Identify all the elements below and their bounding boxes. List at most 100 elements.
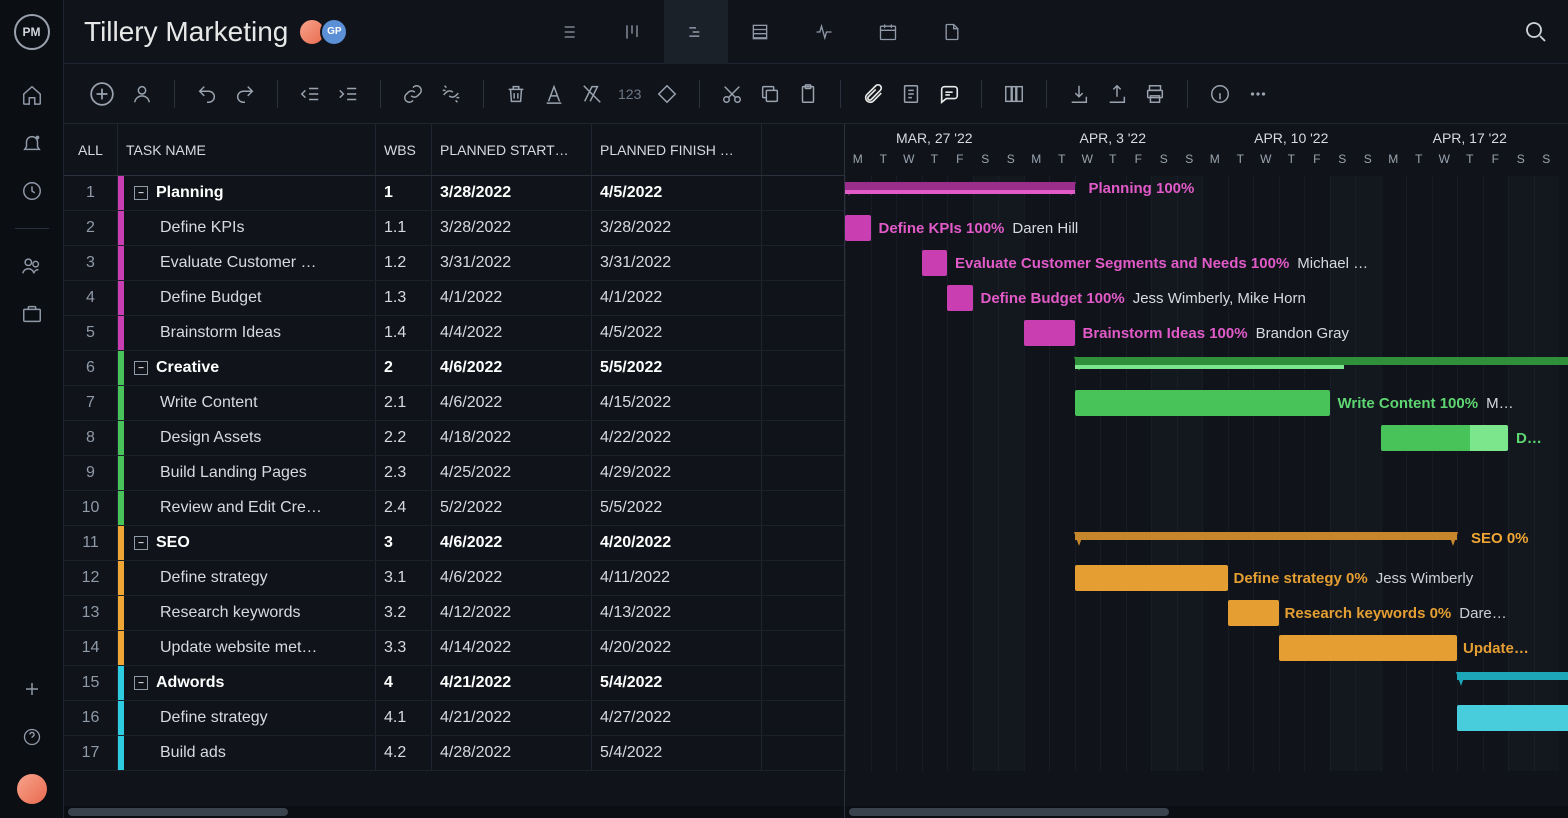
grid-scrollbar[interactable]: [64, 806, 844, 818]
col-taskname[interactable]: TASK NAME: [118, 124, 376, 175]
task-bar[interactable]: Write Content 100%M…: [1075, 390, 1330, 416]
gantt-scrollbar[interactable]: [845, 806, 1568, 818]
print-icon[interactable]: [1143, 82, 1167, 106]
gantt-chart[interactable]: MAR, 27 '22APR, 3 '22APR, 10 '22APR, 17 …: [844, 124, 1568, 818]
col-finish[interactable]: PLANNED FINISH …: [592, 124, 762, 175]
milestone-icon[interactable]: [655, 82, 679, 106]
gantt-row[interactable]: [845, 736, 1568, 771]
task-bar[interactable]: Update…: [1279, 635, 1458, 661]
task-bar[interactable]: Define KPIs 100%Daren Hill: [845, 215, 871, 241]
gantt-row[interactable]: D…: [845, 421, 1568, 456]
import-icon[interactable]: [1067, 82, 1091, 106]
task-row[interactable]: 17Build ads4.24/28/20225/4/2022: [64, 736, 844, 771]
cut-icon[interactable]: [720, 82, 744, 106]
task-row[interactable]: 10Review and Edit Cre…2.45/2/20225/5/202…: [64, 491, 844, 526]
gantt-row[interactable]: Define KPIs 100%Daren Hill: [845, 211, 1568, 246]
task-row[interactable]: 5Brainstorm Ideas1.44/4/20224/5/2022: [64, 316, 844, 351]
task-row[interactable]: 11−SEO34/6/20224/20/2022: [64, 526, 844, 561]
gantt-row[interactable]: SEO 0%: [845, 526, 1568, 561]
task-row[interactable]: 7Write Content2.14/6/20224/15/2022: [64, 386, 844, 421]
col-all[interactable]: ALL: [64, 124, 118, 175]
task-bar[interactable]: Evaluate Customer Segments and Needs 100…: [922, 250, 948, 276]
task-bar[interactable]: D…: [1381, 425, 1509, 451]
paste-icon[interactable]: [796, 82, 820, 106]
task-bar[interactable]: Define Budget 100%Jess Wimberly, Mike Ho…: [947, 285, 973, 311]
task-row[interactable]: 8Design Assets2.24/18/20224/22/2022: [64, 421, 844, 456]
view-files[interactable]: [920, 0, 984, 64]
team-icon[interactable]: [21, 255, 43, 277]
gantt-row[interactable]: Brainstorm Ideas 100%Brandon Gray: [845, 316, 1568, 351]
help-icon[interactable]: [21, 726, 43, 748]
member-avatars[interactable]: GP: [304, 18, 348, 46]
notes-icon[interactable]: [899, 82, 923, 106]
clear-format-icon[interactable]: [580, 82, 604, 106]
gantt-row[interactable]: Planning 100%: [845, 176, 1568, 211]
task-row[interactable]: 1−Planning13/28/20224/5/2022: [64, 176, 844, 211]
copy-icon[interactable]: [758, 82, 782, 106]
task-row[interactable]: 14Update website met…3.34/14/20224/20/20…: [64, 631, 844, 666]
collapse-icon[interactable]: −: [134, 676, 148, 690]
app-logo[interactable]: PM: [14, 14, 50, 50]
view-sheet[interactable]: [728, 0, 792, 64]
attachment-icon[interactable]: [861, 82, 885, 106]
collapse-icon[interactable]: −: [134, 536, 148, 550]
task-row[interactable]: 3Evaluate Customer …1.23/31/20223/31/202…: [64, 246, 844, 281]
more-icon[interactable]: [1246, 82, 1270, 106]
indent-icon[interactable]: [336, 82, 360, 106]
view-activity[interactable]: [792, 0, 856, 64]
outdent-icon[interactable]: [298, 82, 322, 106]
undo-icon[interactable]: [195, 82, 219, 106]
view-calendar[interactable]: [856, 0, 920, 64]
redo-icon[interactable]: [233, 82, 257, 106]
gantt-row[interactable]: [845, 666, 1568, 701]
gantt-row[interactable]: [845, 491, 1568, 526]
info-icon[interactable]: [1208, 82, 1232, 106]
task-row[interactable]: 16Define strategy4.14/21/20224/27/2022: [64, 701, 844, 736]
notifications-icon[interactable]: [21, 132, 43, 154]
task-row[interactable]: 4Define Budget1.34/1/20224/1/2022: [64, 281, 844, 316]
summary-bar[interactable]: [1075, 532, 1458, 540]
gantt-row[interactable]: Research keywords 0%Dare…: [845, 596, 1568, 631]
gantt-row[interactable]: Update…: [845, 631, 1568, 666]
collapse-icon[interactable]: −: [134, 361, 148, 375]
gantt-row[interactable]: Define strategy 0%Jess Wimberly: [845, 561, 1568, 596]
search-icon[interactable]: [1524, 20, 1548, 44]
comment-icon[interactable]: [937, 82, 961, 106]
link-icon[interactable]: [401, 82, 425, 106]
recent-icon[interactable]: [21, 180, 43, 202]
view-gantt[interactable]: [664, 0, 728, 64]
task-row[interactable]: 6−Creative24/6/20225/5/2022: [64, 351, 844, 386]
task-bar[interactable]: Brainstorm Ideas 100%Brandon Gray: [1024, 320, 1075, 346]
collapse-icon[interactable]: −: [134, 186, 148, 200]
add-icon[interactable]: [21, 678, 43, 700]
columns-icon[interactable]: [1002, 82, 1026, 106]
home-icon[interactable]: [21, 84, 43, 106]
task-row[interactable]: 12Define strategy3.14/6/20224/11/2022: [64, 561, 844, 596]
number-format-icon[interactable]: 123: [618, 86, 641, 102]
font-icon[interactable]: [542, 82, 566, 106]
view-board[interactable]: [600, 0, 664, 64]
unlink-icon[interactable]: [439, 82, 463, 106]
delete-icon[interactable]: [504, 82, 528, 106]
assign-icon[interactable]: [130, 82, 154, 106]
avatar[interactable]: GP: [320, 18, 348, 46]
gantt-row[interactable]: Define Budget 100%Jess Wimberly, Mike Ho…: [845, 281, 1568, 316]
export-icon[interactable]: [1105, 82, 1129, 106]
task-row[interactable]: 13Research keywords3.24/12/20224/13/2022: [64, 596, 844, 631]
summary-bar[interactable]: [1075, 357, 1568, 365]
summary-bar[interactable]: [845, 182, 1075, 190]
task-bar[interactable]: [1457, 705, 1568, 731]
user-avatar[interactable]: [17, 774, 47, 804]
projects-icon[interactable]: [21, 303, 43, 325]
task-bar[interactable]: Research keywords 0%Dare…: [1228, 600, 1279, 626]
task-row[interactable]: 9Build Landing Pages2.34/25/20224/29/202…: [64, 456, 844, 491]
task-bar[interactable]: Define strategy 0%Jess Wimberly: [1075, 565, 1228, 591]
summary-bar[interactable]: [1457, 672, 1568, 680]
col-start[interactable]: PLANNED START…: [432, 124, 592, 175]
task-row[interactable]: 15−Adwords44/21/20225/4/2022: [64, 666, 844, 701]
add-task-icon[interactable]: [88, 80, 116, 108]
gantt-row[interactable]: [845, 701, 1568, 736]
col-wbs[interactable]: WBS: [376, 124, 432, 175]
gantt-row[interactable]: [845, 351, 1568, 386]
view-list[interactable]: [536, 0, 600, 64]
